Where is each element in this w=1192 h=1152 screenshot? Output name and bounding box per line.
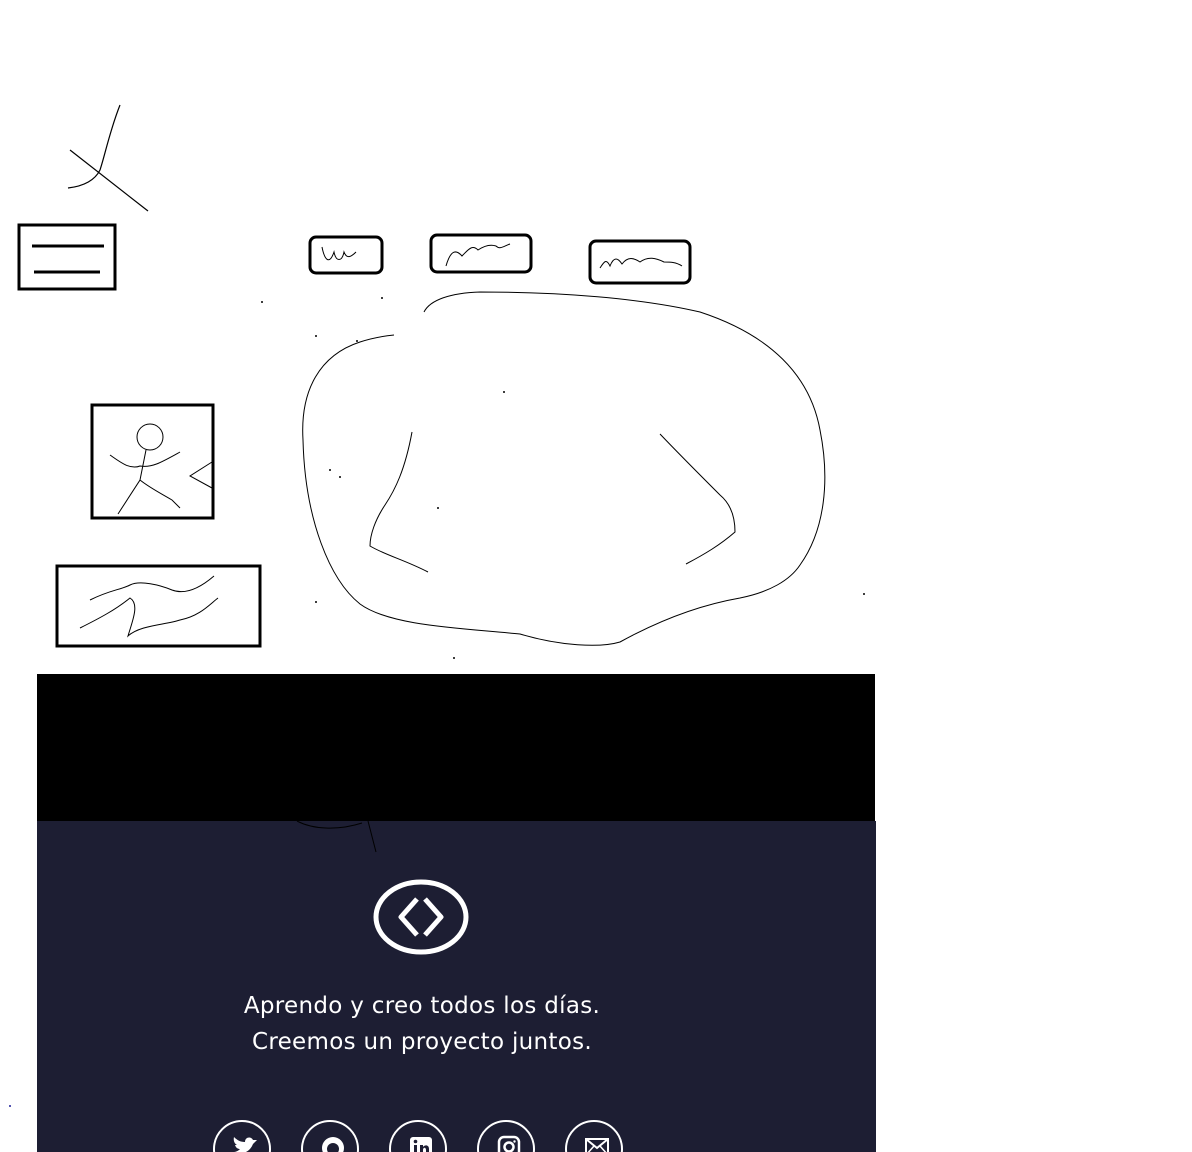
- github-icon: [322, 1137, 344, 1152]
- footer-scribble: [296, 821, 377, 853]
- wireframe-sketch: [17, 104, 865, 659]
- nav-sketch-2: [429, 233, 533, 274]
- black-banner: [37, 674, 875, 821]
- tagline-line-2: Creemos un proyecto juntos.: [251, 1029, 592, 1055]
- nav-sketch-3: [588, 239, 692, 285]
- nav-sketch-1: [308, 235, 384, 275]
- github-link[interactable]: [301, 1120, 359, 1152]
- instagram-icon: [497, 1135, 521, 1152]
- instagram-link[interactable]: [477, 1120, 535, 1152]
- twitter-icon: [233, 1137, 257, 1152]
- twitter-link[interactable]: [213, 1120, 271, 1152]
- email-link[interactable]: [565, 1120, 623, 1152]
- linkedin-link[interactable]: [389, 1120, 447, 1152]
- image-sketch: [90, 403, 215, 520]
- linkedin-icon: [410, 1137, 432, 1152]
- text-block-sketch: [55, 564, 262, 648]
- stray-dot: [9, 1105, 11, 1107]
- code-brackets-icon: [373, 879, 469, 955]
- scribble-mark: [67, 104, 149, 212]
- tagline-line-1: Aprendo y creo todos los días.: [243, 993, 601, 1019]
- mail-icon: [585, 1138, 609, 1152]
- hero-sketch: [302, 291, 826, 646]
- footer: Aprendo y creo todos los días. Creemos u…: [37, 821, 876, 1152]
- menu-sketch-icon: [17, 223, 117, 291]
